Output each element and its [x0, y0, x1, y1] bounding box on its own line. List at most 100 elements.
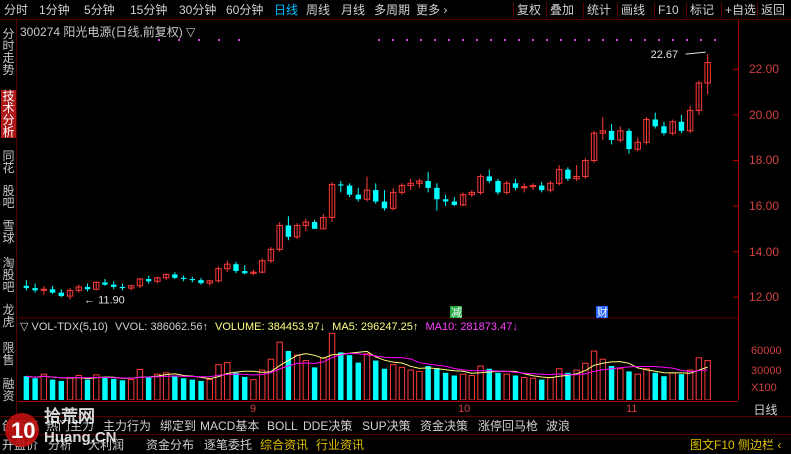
toolbar-button-2[interactable]: 统计: [587, 2, 611, 18]
period-tab-2[interactable]: 5分钟: [84, 2, 115, 18]
event-label-reduce: 减: [451, 306, 462, 319]
candle-body: [111, 284, 117, 287]
volume-bar: [93, 374, 100, 400]
volume-bar: [328, 332, 336, 400]
indicator-tab-3[interactable]: 绑定到: [160, 418, 196, 434]
period-tab-0[interactable]: 分时: [4, 2, 28, 18]
period-tab-6[interactable]: 日线: [274, 2, 298, 18]
period-tab-1[interactable]: 1分钟: [39, 2, 70, 18]
marker-dot: [238, 39, 240, 41]
period-tab-5[interactable]: 60分钟: [226, 2, 263, 18]
marker-dot: [158, 39, 160, 41]
watermark-logo: 10 拾荒网 Huang.CN: [5, 406, 117, 447]
info-tab-4[interactable]: 逐笔委托: [204, 437, 252, 453]
marker-dot: [532, 39, 534, 41]
indicator-tab-6[interactable]: DDE决策: [303, 418, 352, 434]
sidebar-item-0[interactable]: 分时走势: [1, 28, 16, 76]
volume-bar: [311, 367, 318, 400]
volume-bar: [215, 364, 222, 400]
volume-bar: [407, 369, 414, 400]
watermark-text-number: 10: [11, 418, 35, 443]
indicator-tab-9[interactable]: 涨停回马枪: [478, 418, 538, 434]
marker-dot: [672, 39, 674, 41]
price-tick-5: 12.00: [749, 290, 780, 305]
toolbar-button-5[interactable]: 标记: [690, 2, 714, 18]
volume-bar: [172, 375, 178, 400]
candle-body: [565, 169, 571, 179]
candle-body: [512, 183, 519, 188]
sidebar-toggle[interactable]: 侧边栏 ‹: [738, 437, 781, 453]
candle-body: [285, 225, 292, 237]
high-pointer: [685, 51, 706, 55]
sidebar-item-4[interactable]: 雪球: [1, 220, 16, 244]
volume-bar: [320, 357, 327, 400]
period-label: 日线: [753, 403, 778, 417]
watermark-text-cn: 拾荒网: [44, 406, 95, 427]
period-tab-9[interactable]: 多周期: [374, 2, 410, 18]
toolbar-button-6[interactable]: +自选: [725, 2, 756, 18]
volume-bar: [346, 355, 353, 400]
volume-bar: [111, 378, 117, 400]
candle-body: [242, 271, 248, 274]
sidebar-item-1[interactable]: 技术分析: [1, 90, 16, 138]
kline-chart[interactable]: 22.67 ← 11.90 减 财: [18, 20, 738, 400]
volume-indicator-name[interactable]: ▽ VOL-TDX(5,10): [20, 321, 108, 333]
volume-bar: [293, 354, 301, 400]
f10-button[interactable]: 图文F10: [690, 437, 735, 453]
indicator-tab-5[interactable]: BOLL: [267, 418, 298, 434]
candle-body: [145, 278, 152, 282]
toolbar-button-7[interactable]: 返回: [761, 2, 785, 18]
volume-bar: [643, 368, 650, 400]
date-tick-0: 9: [250, 403, 257, 415]
toolbar-button-3[interactable]: 画线: [621, 2, 645, 18]
sidebar-item-2[interactable]: 同花: [1, 150, 16, 174]
volume-bar: [634, 373, 641, 400]
toolbar-button-0[interactable]: 复权: [517, 2, 541, 18]
toolbar-separator: [654, 2, 655, 18]
volume-tick-1: 30000: [751, 365, 782, 377]
candle-body: [119, 286, 126, 289]
period-tab-7[interactable]: 周线: [306, 2, 330, 18]
period-tab-10[interactable]: 更多 ›: [416, 2, 447, 18]
candle-body: [425, 181, 431, 188]
sidebar-item-8[interactable]: 融资: [1, 378, 16, 402]
period-tab-8[interactable]: 月线: [341, 2, 365, 18]
toolbar-button-4[interactable]: F10: [658, 2, 679, 18]
volume-bar: [75, 375, 82, 400]
indicator-tab-10[interactable]: 波浪: [546, 418, 570, 434]
volume-bar: [486, 368, 492, 400]
period-tab-3[interactable]: 15分钟: [130, 2, 167, 18]
marker-dot: [406, 39, 408, 41]
marker-dot: [714, 39, 716, 41]
info-tab-5[interactable]: 综合资讯: [260, 437, 308, 453]
volume-bar: [459, 373, 467, 400]
toolbar-button-1[interactable]: 叠加: [550, 2, 574, 18]
volume-bar: [276, 341, 283, 400]
volume-bar: [608, 366, 615, 400]
sidebar-item-6[interactable]: 龙虎: [1, 304, 16, 328]
volume-bar: [32, 378, 38, 400]
sidebar-item-3[interactable]: 股吧: [1, 185, 16, 209]
candle-body: [23, 285, 30, 289]
indicator-tab-4[interactable]: MACD基本: [200, 418, 259, 434]
candle-body: [608, 130, 615, 140]
candle-body: [346, 185, 353, 195]
ma10-value: MA10: 281873.47↓: [425, 321, 518, 333]
info-tab-6[interactable]: 行业资讯: [316, 437, 364, 453]
volume-bar: [180, 378, 187, 400]
volume-bar: [250, 379, 257, 400]
indicator-tab-8[interactable]: 资金决策: [420, 418, 468, 434]
vvol-value: VVOL: 386062.56↑: [115, 321, 208, 333]
volume-bar: [652, 372, 658, 400]
sidebar-item-5[interactable]: 淘股吧: [1, 257, 16, 293]
indicator-tab-7[interactable]: SUP决策: [362, 418, 411, 434]
marker-dot: [504, 39, 506, 41]
candle-body: [189, 278, 196, 281]
period-tab-4[interactable]: 30分钟: [179, 2, 216, 18]
marker-dot: [616, 39, 618, 41]
volume-bar: [198, 380, 204, 400]
volume-bar: [442, 372, 449, 400]
info-tab-3[interactable]: 资金分布: [146, 437, 194, 453]
sidebar-item-7[interactable]: 限售: [1, 342, 16, 366]
event-label-finance: 财: [597, 305, 608, 319]
